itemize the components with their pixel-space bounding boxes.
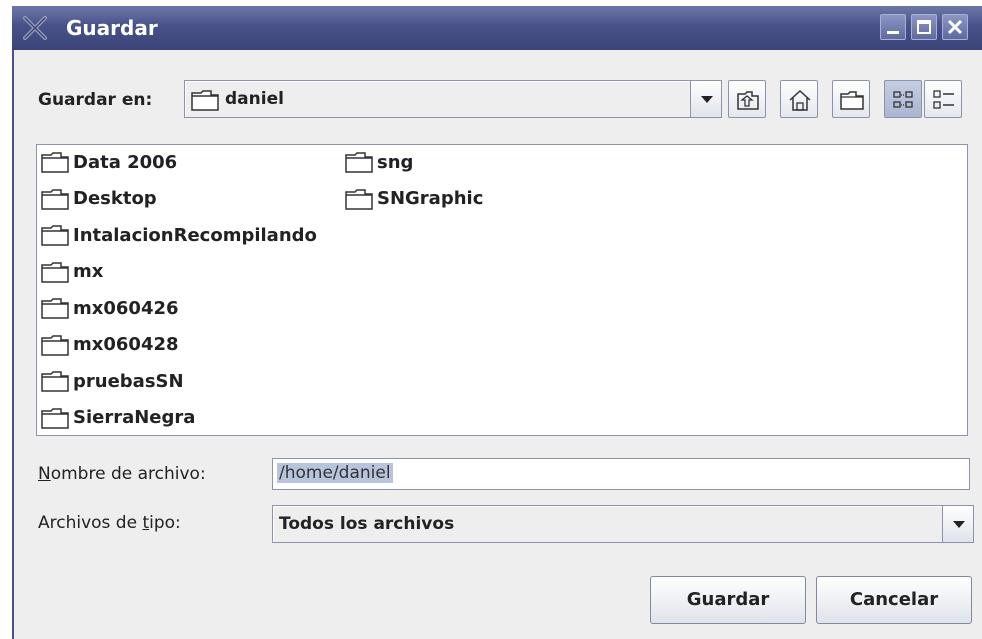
new-folder-icon <box>840 91 864 110</box>
window-title: Guardar <box>66 16 158 40</box>
filename-label-mnemonic: N <box>38 464 51 484</box>
list-item[interactable]: sng <box>345 149 413 175</box>
save-in-combo[interactable]: daniel <box>184 80 722 118</box>
list-item-label: Desktop <box>73 188 157 209</box>
save-in-value: daniel <box>225 89 284 109</box>
app-icon <box>23 16 47 40</box>
folder-icon <box>41 261 69 283</box>
filetype-label-prefix: Archivos de <box>38 513 143 533</box>
list-item[interactable]: mx060428 <box>41 332 179 358</box>
home-button[interactable] <box>780 80 818 118</box>
folder-icon <box>41 407 69 429</box>
filetype-value: Todos los archivos <box>279 514 455 534</box>
folder-icon <box>41 334 69 356</box>
chevron-down-icon <box>701 96 713 103</box>
folder-icon <box>41 298 69 319</box>
filetype-label: Archivos de tipo: <box>38 513 181 533</box>
maximize-icon <box>917 20 931 34</box>
list-item-label: sng <box>377 151 414 173</box>
list-item[interactable]: SNGraphic <box>345 186 483 212</box>
list-item[interactable]: Data 2006 <box>41 149 177 175</box>
list-item-label: IntalacionRecompilando <box>73 224 317 246</box>
list-item[interactable]: pruebasSN <box>41 368 184 394</box>
title-bar[interactable]: Guardar <box>12 6 982 50</box>
list-item[interactable]: mx060426 <box>41 295 179 321</box>
folder-icon <box>41 152 69 173</box>
save-in-dropdown-button[interactable] <box>690 80 722 118</box>
details-view-icon <box>933 90 954 109</box>
cancel-button[interactable]: Cancelar <box>816 576 972 624</box>
dialog-body: Guardar en: daniel Data 2006 Desktop Int… <box>12 50 982 639</box>
filename-label-rest: ombre de archivo: <box>50 464 206 484</box>
close-icon <box>947 19 963 35</box>
list-item-label: pruebasSN <box>73 370 184 392</box>
list-item[interactable]: Desktop <box>41 186 157 212</box>
up-one-level-button[interactable] <box>728 80 766 118</box>
folder-icon <box>345 152 373 173</box>
list-item-label: mx <box>73 261 104 282</box>
folder-icon <box>41 225 69 246</box>
minimize-icon <box>887 31 899 34</box>
list-view-icon <box>893 91 913 108</box>
list-item[interactable]: IntalacionRecompilando <box>41 222 317 248</box>
save-dialog: Guardar Guardar en: daniel Data 2006 Des… <box>0 0 982 639</box>
list-item-label: SNGraphic <box>377 188 484 209</box>
maximize-button[interactable] <box>911 14 937 40</box>
list-item[interactable]: SierraNegra <box>41 405 195 431</box>
close-button[interactable] <box>942 14 968 40</box>
list-item[interactable]: mx <box>41 259 103 285</box>
filename-field[interactable]: /home/daniel <box>272 458 970 490</box>
list-item-label: mx060426 <box>73 297 179 319</box>
filename-value: /home/daniel <box>277 463 393 483</box>
filename-label: Nombre de archivo: <box>38 464 206 484</box>
minimize-button[interactable] <box>880 14 906 40</box>
folder-icon <box>191 90 219 111</box>
chevron-down-icon <box>953 521 965 528</box>
list-item-label: mx060428 <box>73 334 179 355</box>
folder-icon <box>41 371 69 392</box>
folder-icon <box>41 188 69 210</box>
folder-icon <box>345 188 373 210</box>
file-list[interactable]: Data 2006 Desktop IntalacionRecompilando mx… <box>36 144 968 436</box>
home-icon <box>789 89 811 111</box>
filetype-label-rest: ipo: <box>149 513 181 533</box>
list-item-label: Data 2006 <box>73 151 178 173</box>
details-view-button[interactable] <box>924 80 962 118</box>
filetype-combo[interactable]: Todos los archivos <box>272 505 974 543</box>
up-one-level-icon <box>737 91 759 110</box>
filetype-dropdown-button[interactable] <box>942 505 974 543</box>
new-folder-button[interactable] <box>832 80 870 118</box>
list-item-label: SierraNegra <box>73 407 196 428</box>
save-button[interactable]: Guardar <box>650 576 806 624</box>
save-in-label: Guardar en: <box>38 90 153 110</box>
list-view-button[interactable] <box>884 80 922 118</box>
